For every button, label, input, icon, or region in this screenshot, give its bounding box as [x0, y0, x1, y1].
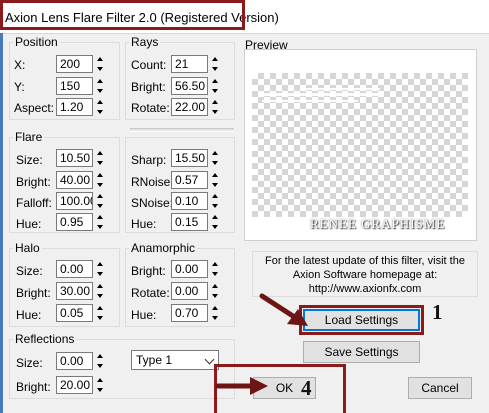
arrow-to-load-settings [259, 293, 308, 326]
step-marker-4: 4 [301, 376, 312, 400]
step-marker-1: 1 [432, 300, 443, 324]
annotation-arrows [215, 293, 308, 395]
arrow-to-ok [215, 377, 268, 395]
